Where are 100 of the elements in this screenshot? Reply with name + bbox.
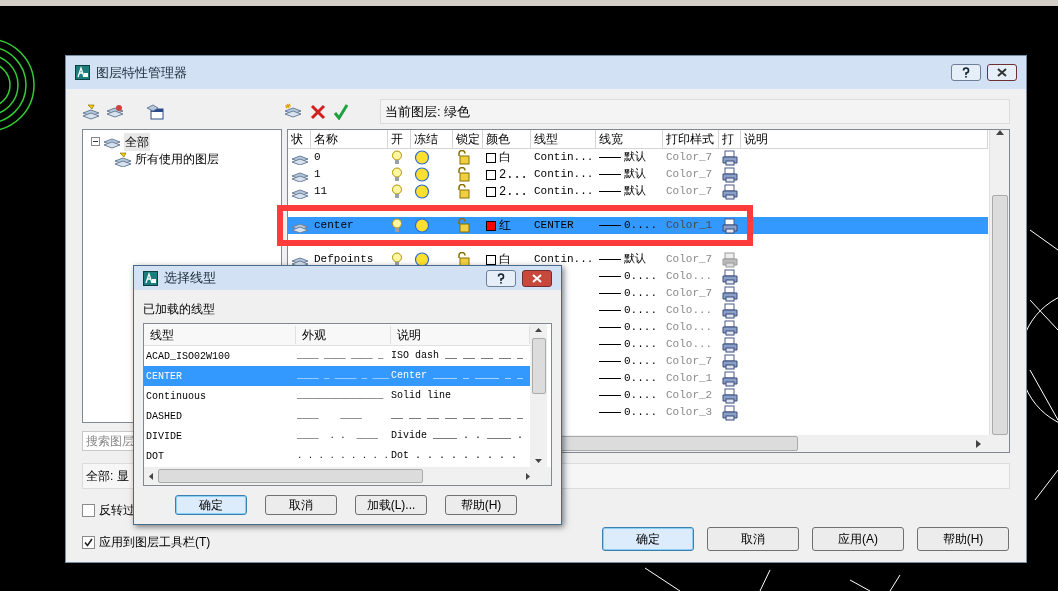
- list-row[interactable]: ACAD_ISO02W100 ____ ____ ____ _ ISO dash __ __ __ __ _: [144, 346, 530, 366]
- linetype-name[interactable]: Contin...: [534, 149, 594, 166]
- lineweight[interactable]: 0....: [624, 370, 657, 387]
- dialog-button[interactable]: 帮助(H): [445, 495, 517, 515]
- lineweight[interactable]: 0....: [624, 268, 657, 285]
- sun-icon[interactable]: [414, 184, 430, 199]
- column-header[interactable]: 线型: [531, 130, 596, 148]
- linetype-name[interactable]: Contin...: [534, 251, 594, 268]
- column-header[interactable]: 打: [719, 130, 741, 148]
- column-header[interactable]: 状: [288, 130, 311, 148]
- lock-icon[interactable]: [456, 167, 471, 182]
- sun-icon[interactable]: [414, 167, 430, 182]
- table-row[interactable]: 1 2... Contin... 默认 Color_7: [288, 166, 988, 183]
- linetype-name[interactable]: Contin...: [534, 183, 594, 200]
- help-button[interactable]: [951, 64, 981, 81]
- printer-icon[interactable]: [722, 268, 738, 285]
- layer-window-icon[interactable]: [146, 102, 164, 121]
- list-row[interactable]: Continuous ________________ Solid line: [144, 386, 530, 406]
- table-row[interactable]: 0.... Color_2: [596, 387, 988, 404]
- sun-icon[interactable]: [414, 150, 430, 165]
- printer-icon[interactable]: [722, 149, 738, 166]
- table-row[interactable]: 0.... Color_3: [596, 404, 988, 421]
- lock-icon[interactable]: [456, 218, 471, 233]
- list-row[interactable]: DOT . . . . . . . . . Dot . . . . . . . . .: [144, 446, 530, 466]
- printer-icon[interactable]: [722, 285, 738, 302]
- layer-states-icon[interactable]: [106, 102, 124, 121]
- linetype-name[interactable]: DASHED: [144, 408, 296, 424]
- selected-row[interactable]: center 红 CENTER 0.... Color_1: [288, 217, 988, 234]
- printer-icon[interactable]: [722, 404, 738, 421]
- tree-item[interactable]: 全部: [124, 132, 150, 151]
- table-row[interactable]: 0.... Colo...: [596, 302, 988, 319]
- linetype-name[interactable]: DOT: [144, 448, 296, 464]
- scroll-thumb[interactable]: [991, 195, 1008, 435]
- lineweight[interactable]: 默认: [624, 166, 646, 183]
- printer-icon[interactable]: [722, 302, 738, 319]
- scroll-thumb[interactable]: [531, 337, 546, 394]
- table-row[interactable]: 0.... Colo...: [596, 268, 988, 285]
- column-header[interactable]: 打印样式: [663, 130, 719, 148]
- column-header[interactable]: 线宽: [596, 130, 663, 148]
- lock-icon[interactable]: [456, 150, 471, 165]
- table-row[interactable]: 0.... Color_1: [596, 370, 988, 387]
- linetype-name[interactable]: Contin...: [534, 166, 594, 183]
- linetype-name[interactable]: ACAD_ISO02W100: [144, 348, 296, 364]
- table-row[interactable]: Defpoints 白 Contin... 默认 Color_7: [288, 251, 988, 268]
- printer-icon[interactable]: [722, 319, 738, 336]
- table-row[interactable]: 0.... Color_7: [596, 353, 988, 370]
- column-header[interactable]: 线型: [144, 325, 296, 344]
- column-header[interactable]: 说明: [741, 130, 988, 148]
- horizontal-scrollbar[interactable]: [144, 467, 551, 485]
- lineweight[interactable]: 0....: [624, 217, 657, 234]
- table-row[interactable]: 0.... Colo...: [596, 336, 988, 353]
- sun-icon[interactable]: [414, 218, 430, 233]
- lineweight[interactable]: 0....: [624, 387, 657, 404]
- bulb-icon[interactable]: [391, 184, 403, 199]
- dialog-button[interactable]: 取消: [707, 527, 799, 551]
- color-swatch[interactable]: [486, 186, 496, 197]
- linetype-name[interactable]: CENTER: [534, 217, 574, 234]
- lineweight[interactable]: 0....: [624, 404, 657, 421]
- checkbox[interactable]: [82, 503, 95, 517]
- column-header[interactable]: 锁定: [453, 130, 483, 148]
- lock-icon[interactable]: [456, 252, 471, 267]
- new-layer-filter-icon[interactable]: [82, 102, 100, 121]
- color-swatch[interactable]: [486, 220, 496, 231]
- help-button[interactable]: [486, 269, 516, 287]
- table-row[interactable]: 0 白 Contin... 默认 Color_7: [288, 149, 988, 166]
- linetype-name[interactable]: DIVIDE: [144, 428, 296, 444]
- column-header[interactable]: 名称: [311, 130, 388, 148]
- list-row[interactable]: DIVIDE ____ . . ____ Divide ____ . . ____ .: [144, 426, 530, 446]
- expander[interactable]: [91, 137, 100, 146]
- vertical-scrollbar[interactable]: [989, 130, 1009, 435]
- printer-icon[interactable]: [722, 217, 738, 234]
- new-layer-icon[interactable]: [284, 102, 302, 121]
- delete-icon[interactable]: [310, 103, 326, 120]
- dialog-button[interactable]: 帮助(H): [917, 527, 1009, 551]
- lineweight[interactable]: 0....: [624, 319, 657, 336]
- lineweight[interactable]: 0....: [624, 336, 657, 353]
- dialog-button[interactable]: 加载(L)...: [355, 495, 427, 515]
- column-header[interactable]: 颜色: [483, 130, 531, 148]
- dialog-button[interactable]: 确定: [175, 495, 247, 515]
- vertical-scrollbar[interactable]: [530, 324, 547, 467]
- lock-icon[interactable]: [456, 184, 471, 199]
- lineweight[interactable]: 默认: [624, 183, 646, 200]
- lineweight[interactable]: 0....: [624, 302, 657, 319]
- column-header[interactable]: 开: [388, 130, 411, 148]
- printer-icon[interactable]: [722, 387, 738, 404]
- printer-icon[interactable]: [722, 183, 738, 200]
- printer-icon[interactable]: [722, 353, 738, 370]
- column-header[interactable]: 外观: [296, 325, 391, 344]
- color-swatch[interactable]: [486, 152, 496, 163]
- lineweight[interactable]: 0....: [624, 285, 657, 302]
- bulb-icon[interactable]: [391, 218, 403, 233]
- list-row[interactable]: DASHED ____ ____ __ __ __ __ __ __ __ _: [144, 406, 530, 426]
- table-row[interactable]: 0.... Color_7: [596, 285, 988, 302]
- bulb-icon[interactable]: [391, 167, 403, 182]
- table-row[interactable]: 11 2... Contin... 默认 Color_7: [288, 183, 988, 200]
- color-swatch[interactable]: [486, 254, 496, 265]
- dialog-button[interactable]: 确定: [602, 527, 694, 551]
- checkbox[interactable]: [82, 535, 95, 549]
- bulb-icon[interactable]: [391, 150, 403, 165]
- scroll-thumb[interactable]: [158, 469, 423, 483]
